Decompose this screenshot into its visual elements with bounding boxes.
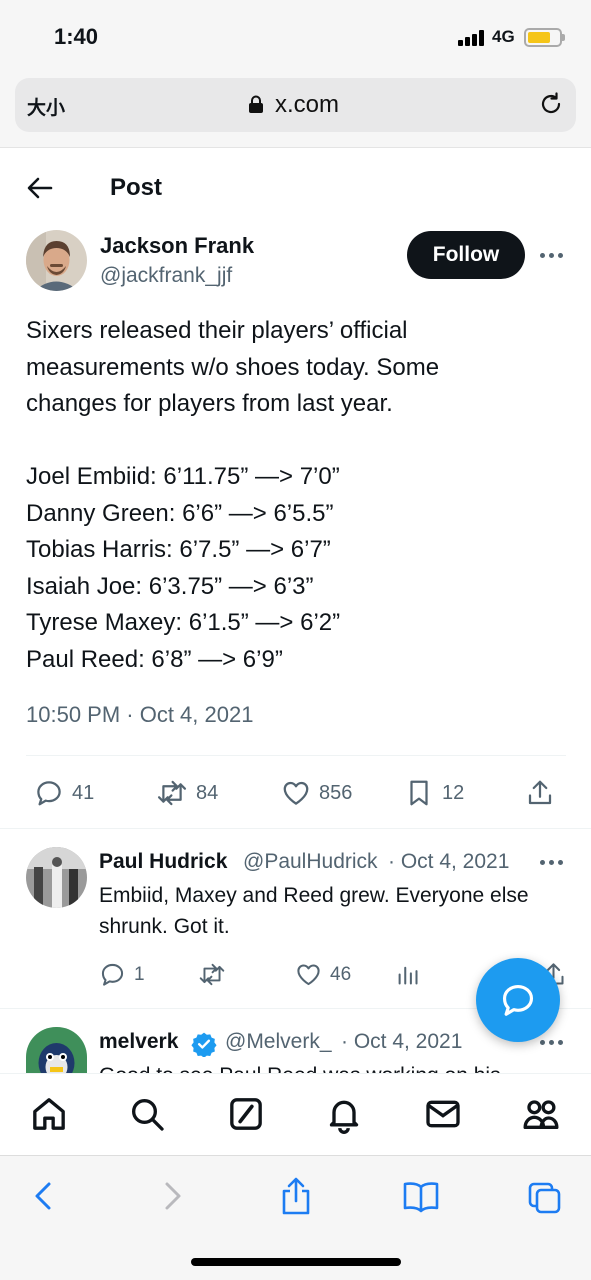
network-type: 4G <box>492 27 515 46</box>
home-icon[interactable] <box>29 1094 69 1134</box>
like-button[interactable]: 856 <box>281 778 352 808</box>
repost-count: 84 <box>196 781 219 804</box>
follow-button[interactable]: Follow <box>407 231 525 279</box>
browser-share-icon[interactable] <box>278 1176 314 1216</box>
reply-more-icon[interactable] <box>540 1039 564 1047</box>
reply-text-partial: Good to see Paul Reed was working on his <box>99 1060 569 1073</box>
text-size-button[interactable]: 大小 <box>27 93 65 120</box>
post-text-line: Sixers released their players’ official <box>26 317 408 344</box>
reply-avatar[interactable] <box>26 1027 87 1073</box>
post-text-line <box>26 423 571 460</box>
more-options-icon[interactable] <box>540 252 564 260</box>
address-bar[interactable]: 大小 x.com <box>15 78 576 132</box>
reload-icon[interactable] <box>537 90 565 118</box>
post-text-line: Danny Green: 6’6” —> 6’5.5” <box>26 499 334 527</box>
tabs-overview-icon[interactable] <box>527 1176 563 1216</box>
verified-badge-icon <box>191 1032 217 1057</box>
home-indicator <box>191 1258 401 1266</box>
heart-icon <box>297 964 320 986</box>
reply-avatar[interactable] <box>26 847 87 908</box>
reply-reply-count: 1 <box>134 963 145 985</box>
post-text-line: Joel Embiid: 6’11.75” —> 7’0” <box>26 463 340 490</box>
post-text-line: Isaiah Joe: 6’3.75” —> 6’3” <box>26 572 314 600</box>
reply-date[interactable]: · Oct 4, 2021 <box>341 1030 462 1054</box>
browser-back-icon[interactable] <box>26 1176 62 1216</box>
repost-icon <box>157 780 187 806</box>
post-text-line: measurements w/o shoes today. Some <box>26 353 440 381</box>
page-title: Post <box>110 174 163 201</box>
messages-envelope-icon[interactable] <box>423 1094 463 1134</box>
bookmarks-book-icon[interactable] <box>401 1176 441 1216</box>
reply-more-icon[interactable] <box>540 859 564 867</box>
reply-button[interactable]: 41 <box>34 778 94 808</box>
reply-icon <box>37 781 61 806</box>
bookmark-count: 12 <box>442 781 465 804</box>
reply-like-count: 46 <box>330 963 352 985</box>
repost-button[interactable]: 84 <box>156 778 218 808</box>
bookmark-icon <box>410 780 428 806</box>
author-avatar[interactable] <box>26 230 87 291</box>
lock-icon <box>249 95 263 113</box>
reply-reply-button[interactable]: 1 <box>99 961 145 988</box>
status-bar: 1:40 4G <box>0 0 591 72</box>
reply-count: 41 <box>72 781 95 804</box>
status-time: 1:40 <box>54 24 99 49</box>
repost-icon <box>199 963 225 986</box>
post-text-line: Tyrese Maxey: 6’1.5” —> 6’2” <box>26 609 341 636</box>
reply-text-line: Embiid, Maxey and Reed grew. Everyone el… <box>99 884 529 907</box>
post-text: Sixers released their players’ official … <box>26 313 571 678</box>
reply-bubble-icon <box>502 984 534 1016</box>
compose-reply-button[interactable] <box>476 958 560 1042</box>
safari-toolbar <box>0 1155 591 1280</box>
communities-icon[interactable] <box>521 1094 561 1134</box>
reply-icon <box>101 963 124 986</box>
views-icon <box>398 966 418 985</box>
share-button[interactable] <box>525 778 555 808</box>
post-text-line: Tobias Harris: 6’7.5” —> 6’7” <box>26 536 331 563</box>
author-handle[interactable]: @jackfrank_jjf <box>100 264 232 288</box>
divider <box>0 828 591 829</box>
reply-date[interactable]: · Oct 4, 2021 <box>388 850 509 874</box>
reply-author-handle[interactable]: @Melverk_ <box>225 1030 332 1054</box>
share-icon <box>528 780 552 805</box>
reply-author-name[interactable]: Paul Hudrick <box>99 850 227 874</box>
reply-repost-button[interactable] <box>198 961 226 988</box>
heart-icon <box>283 781 309 805</box>
reply-text: Embiid, Maxey and Reed grew. Everyone el… <box>99 880 569 942</box>
search-icon[interactable] <box>127 1094 167 1134</box>
reply-author-handle[interactable]: @PaulHudrick <box>243 850 387 874</box>
bookmark-button[interactable]: 12 <box>404 778 464 808</box>
app-tab-bar <box>0 1073 591 1155</box>
url-text[interactable]: x.com <box>275 91 339 119</box>
back-arrow-icon[interactable] <box>26 174 54 202</box>
grok-icon[interactable] <box>226 1094 266 1134</box>
battery-cap <box>562 34 565 41</box>
post-text-line: changes for players from last year. <box>26 390 393 417</box>
like-count: 856 <box>319 781 353 804</box>
post-text-line: Paul Reed: 6’8” —> 6’9” <box>26 645 283 673</box>
signal-icon <box>458 30 486 46</box>
reply-like-button[interactable]: 46 <box>295 961 351 988</box>
reply-text-line: shrunk. Got it. <box>99 915 230 938</box>
reply-views-button[interactable] <box>394 961 421 988</box>
browser-toolbar: 大小 x.com <box>0 72 591 148</box>
reply-author-name[interactable]: melverk <box>99 1030 178 1054</box>
post-timestamp[interactable]: 10:50 PM · Oct 4, 2021 <box>26 702 253 728</box>
notifications-bell-icon[interactable] <box>324 1094 364 1134</box>
browser-forward-icon[interactable] <box>154 1176 190 1216</box>
battery-icon <box>524 28 562 47</box>
divider <box>26 755 566 756</box>
post-header: Post <box>0 148 591 228</box>
author-name[interactable]: Jackson Frank <box>100 233 254 259</box>
